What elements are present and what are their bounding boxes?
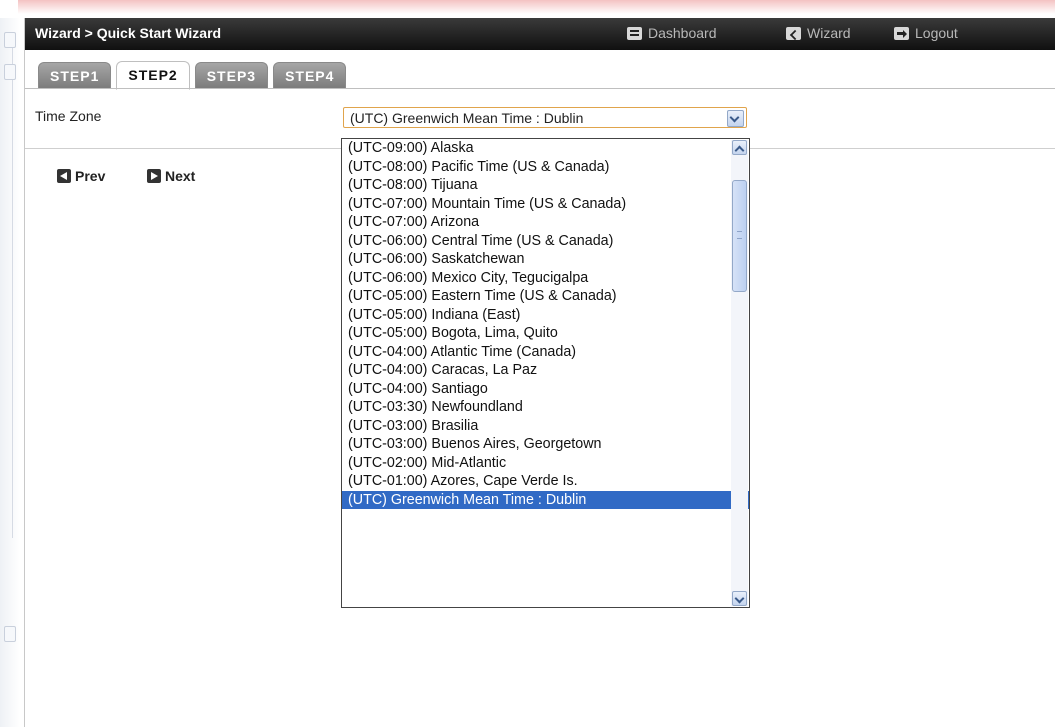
window-top-shadow — [18, 0, 1055, 14]
chevron-down-icon[interactable] — [727, 110, 744, 127]
prev-button[interactable]: Prev — [57, 168, 105, 184]
sidebar-border — [6, 38, 13, 538]
dashboard-icon — [627, 26, 642, 40]
option-list: (UTC-09:00) Alaska (UTC-08:00) Pacific Ti… — [342, 139, 749, 509]
tab-step4[interactable]: STEP4 — [273, 62, 347, 88]
sidebar-scroll-arrow[interactable] — [4, 626, 16, 642]
time-zone-option[interactable]: (UTC-05:00) Eastern Time (US & Canada) — [342, 287, 749, 306]
scroll-thumb[interactable] — [732, 180, 747, 292]
logout-link[interactable]: Logout — [894, 25, 958, 41]
time-zone-option[interactable]: (UTC-05:00) Bogota, Lima, Quito — [342, 324, 749, 343]
time-zone-select[interactable]: (UTC) Greenwich Mean Time : Dublin — [343, 107, 747, 128]
time-zone-option[interactable]: (UTC-02:00) Mid-Atlantic — [342, 454, 749, 473]
dashboard-label: Dashboard — [648, 25, 717, 41]
sidebar-scroll-arrow[interactable] — [4, 64, 16, 80]
time-zone-option[interactable]: (UTC-08:00) Tijuana — [342, 176, 749, 195]
dropdown-scrollbar[interactable] — [731, 140, 748, 606]
time-zone-option[interactable]: (UTC-03:30) Newfoundland — [342, 398, 749, 417]
breadcrumb: Wizard > Quick Start Wizard — [35, 25, 222, 41]
next-button[interactable]: Next — [147, 168, 195, 184]
wizard-link[interactable]: Wizard — [786, 25, 851, 41]
sidebar-scroll-arrow[interactable] — [4, 32, 16, 48]
time-zone-option[interactable]: (UTC-03:00) Brasilia — [342, 417, 749, 436]
time-zone-option[interactable]: (UTC-06:00) Mexico City, Tegucigalpa — [342, 269, 749, 288]
scroll-down-icon[interactable] — [732, 591, 747, 606]
logout-icon — [894, 26, 909, 40]
time-zone-option[interactable]: (UTC-09:00) Alaska — [342, 139, 749, 158]
time-zone-option[interactable]: (UTC-07:00) Arizona — [342, 213, 749, 232]
tab-step3[interactable]: STEP3 — [194, 62, 269, 88]
logout-label: Logout — [915, 25, 958, 41]
prev-label: Prev — [75, 168, 106, 184]
wizard-icon — [786, 26, 801, 40]
header-bar: Wizard > Quick Start Wizard Dashboard Wi… — [25, 18, 1055, 50]
time-zone-option[interactable]: (UTC) Greenwich Mean Time : Dublin — [342, 490, 749, 509]
time-zone-option[interactable]: (UTC-04:00) Santiago — [342, 380, 749, 399]
scroll-up-icon[interactable] — [732, 140, 747, 155]
next-label: Next — [165, 168, 196, 184]
tab-step2[interactable]: STEP2 — [116, 61, 190, 90]
time-zone-option[interactable]: (UTC-06:00) Saskatchewan — [342, 250, 749, 269]
time-zone-option[interactable]: (UTC-07:00) Mountain Time (US & Canada) — [342, 195, 749, 214]
time-zone-option[interactable]: (UTC-03:00) Buenos Aires, Georgetown — [342, 435, 749, 454]
wizard-label: Wizard — [807, 25, 851, 41]
time-zone-selected-value: (UTC) Greenwich Mean Time : Dublin — [350, 110, 584, 126]
time-zone-dropdown-list[interactable]: (UTC-09:00) Alaska (UTC-08:00) Pacific Ti… — [341, 138, 750, 608]
arrow-right-icon — [147, 169, 161, 183]
arrow-left-icon — [57, 169, 71, 183]
dashboard-link[interactable]: Dashboard — [627, 25, 717, 41]
tab-step1[interactable]: STEP1 — [38, 62, 112, 88]
time-zone-option[interactable]: (UTC-04:00) Caracas, La Paz — [342, 361, 749, 380]
time-zone-option[interactable]: (UTC-01:00) Azores, Cape Verde Is. — [342, 472, 749, 491]
tab-divider — [25, 88, 1055, 89]
step-tabs: STEP1 STEP2 STEP3 STEP4 — [38, 61, 347, 90]
left-sidebar-edge — [0, 18, 20, 727]
time-zone-option[interactable]: (UTC-05:00) Indiana (East) — [342, 306, 749, 325]
time-zone-option[interactable]: (UTC-06:00) Central Time (US & Canada) — [342, 232, 749, 251]
time-zone-option[interactable]: (UTC-08:00) Pacific Time (US & Canada) — [342, 158, 749, 177]
time-zone-label: Time Zone — [35, 108, 102, 124]
time-zone-option[interactable]: (UTC-04:00) Atlantic Time (Canada) — [342, 343, 749, 362]
